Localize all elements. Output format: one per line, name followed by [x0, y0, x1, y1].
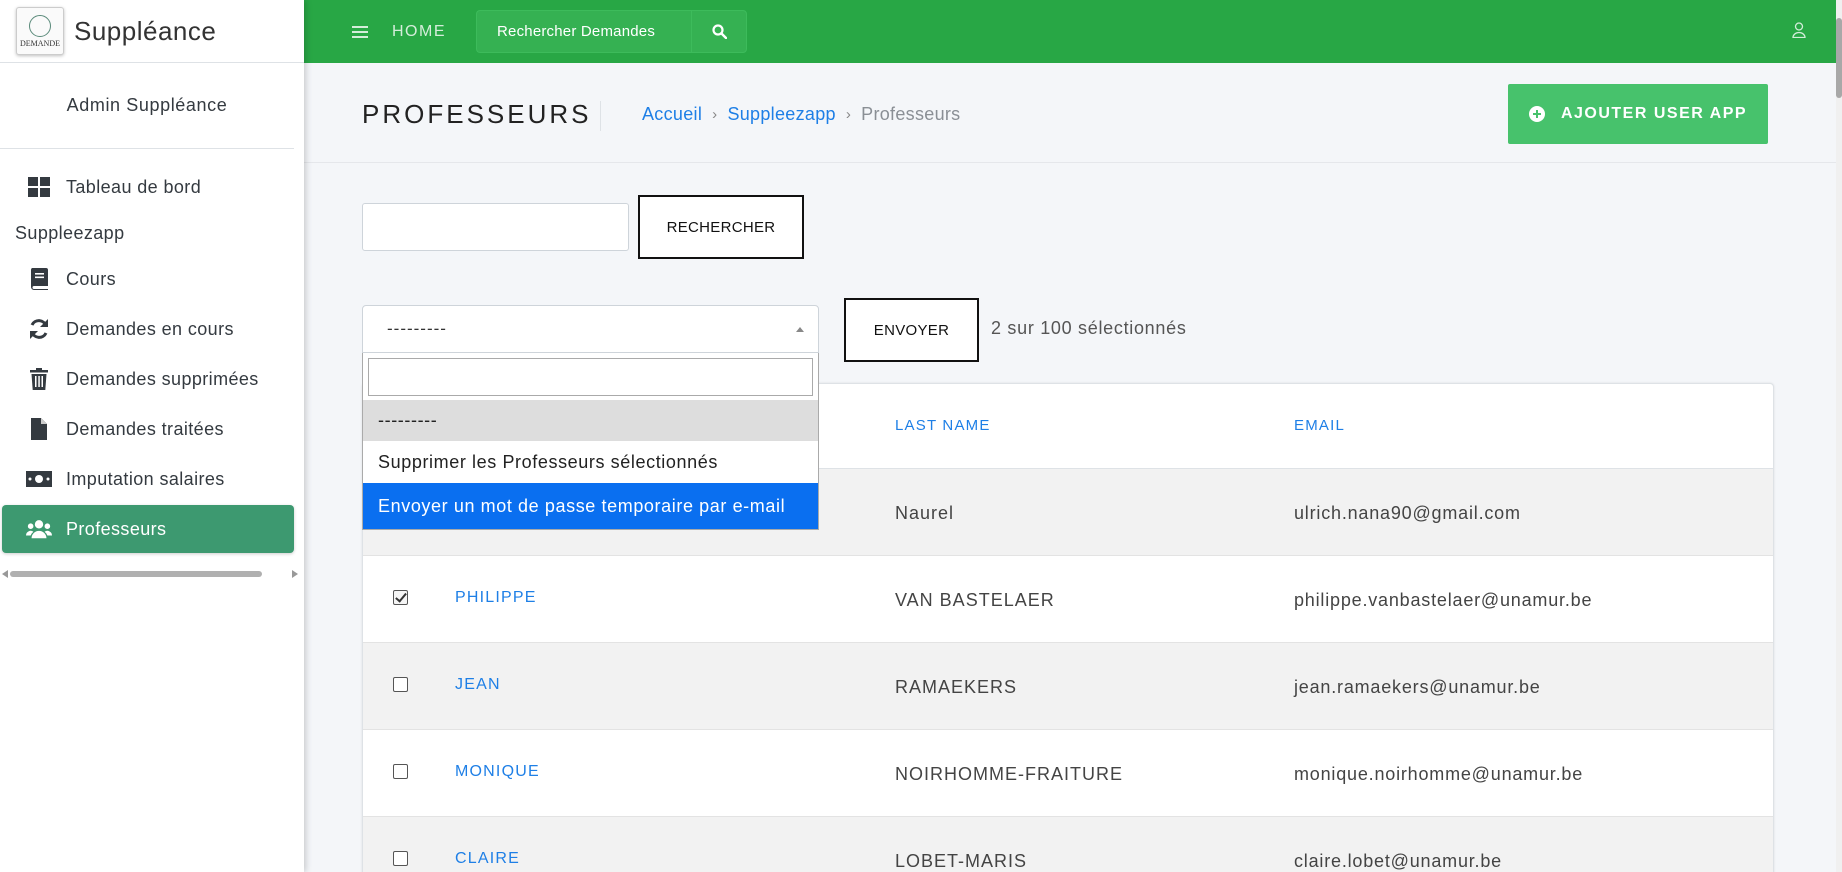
title-divider — [600, 101, 601, 131]
sidebar-item-label: Demandes supprimées — [66, 368, 259, 389]
sidebar-item-label: Demandes en cours — [66, 318, 234, 339]
last-name-cell: VAN BASTELAER — [895, 590, 1055, 610]
table-row[interactable]: PHILIPPE VAN BASTELAER philippe.vanbaste… — [363, 556, 1773, 643]
scroll-right-arrow-icon[interactable] — [292, 570, 298, 578]
breadcrumb-suppleezapp[interactable]: Suppleezapp — [727, 104, 835, 125]
content-header: PROFESSEURS Accueil › Suppleezapp › Prof… — [304, 63, 1836, 163]
table-row[interactable]: MONIQUE NOIRHOMME-FRAITURE monique.noirh… — [363, 730, 1773, 817]
plus-circle-icon — [1528, 106, 1545, 122]
sidebar: DEMANDE Suppléance Admin Suppléance Tabl… — [0, 0, 304, 872]
email-cell: philippe.vanbastelaer@unamur.be — [1294, 590, 1593, 610]
menu-toggle-icon[interactable] — [352, 23, 368, 41]
book-icon — [26, 268, 52, 290]
sidebar-item-professeurs[interactable]: Professeurs — [2, 505, 294, 553]
dropdown-search-wrap — [363, 353, 818, 400]
email-cell: monique.noirhomme@unamur.be — [1294, 764, 1584, 784]
scrollbar-thumb[interactable] — [10, 571, 262, 577]
sidebar-item-imputation-salaires[interactable]: Imputation salaires — [2, 455, 294, 503]
user-name[interactable]: Admin Suppléance — [67, 95, 228, 116]
email-cell: jean.ramaekers@unamur.be — [1294, 677, 1541, 697]
last-name-cell: Naurel — [895, 503, 955, 523]
search-icon — [711, 24, 727, 39]
dropdown-option[interactable]: --------- — [363, 400, 818, 441]
user-icon[interactable] — [1792, 22, 1806, 43]
breadcrumb: Accueil › Suppleezapp › Professeurs — [642, 104, 960, 125]
brand-title[interactable]: Suppléance — [74, 16, 216, 47]
sidebar-nav: Tableau de bord Suppleezapp Cours Demand… — [0, 149, 304, 553]
row-checkbox[interactable] — [393, 764, 408, 779]
table-row[interactable]: JEAN RAMAEKERS jean.ramaekers@unamur.be — [363, 643, 1773, 730]
first-name-link[interactable]: CLAIRE — [455, 850, 520, 868]
scroll-left-arrow-icon[interactable] — [2, 570, 8, 578]
sidebar-item-label: Demandes traitées — [66, 418, 224, 439]
row-checkbox[interactable] — [393, 590, 408, 605]
trash-icon — [26, 368, 52, 390]
add-user-app-button[interactable]: AJOUTER USER APP — [1508, 84, 1768, 144]
action-dropdown: --------- Supprimer les Professeurs séle… — [362, 353, 819, 530]
users-icon — [26, 518, 52, 540]
dropdown-option-highlighted[interactable]: Envoyer un mot de passe temporaire par e… — [363, 483, 818, 529]
sidebar-item-tableau-de-bord[interactable]: Tableau de bord — [2, 163, 294, 211]
email-cell: ulrich.nana90@gmail.com — [1294, 503, 1521, 523]
rechercher-button[interactable]: RECHERCHER — [638, 195, 804, 259]
selection-count: 2 sur 100 sélectionnés — [991, 318, 1187, 338]
sidebar-item-label: Tableau de bord — [66, 176, 202, 197]
last-name-cell: NOIRHOMME-FRAITURE — [895, 764, 1123, 784]
professeurs-search-input[interactable] — [362, 203, 629, 251]
column-header-last-name[interactable]: LAST NAME — [895, 417, 991, 434]
breadcrumb-separator-icon: › — [845, 106, 852, 123]
first-name-link[interactable]: MONIQUE — [455, 763, 540, 781]
page-title: PROFESSEURS — [362, 99, 592, 129]
topbar: HOME — [304, 0, 1836, 63]
dropdown-option[interactable]: Supprimer les Professeurs sélectionnés — [363, 441, 818, 483]
action-select[interactable]: --------- — [362, 305, 819, 353]
sidebar-horizontal-scrollbar[interactable] — [2, 569, 298, 579]
row-checkbox[interactable] — [393, 677, 408, 692]
logo-text: DEMANDE — [20, 38, 60, 48]
first-name-link[interactable]: PHILIPPE — [455, 589, 537, 607]
caret-up-icon — [796, 327, 804, 332]
logo-seal-icon — [29, 14, 51, 37]
email-cell: claire.lobet@unamur.be — [1294, 851, 1502, 871]
sidebar-item-demandes-traitees[interactable]: Demandes traitées — [2, 405, 294, 453]
page-vertical-scrollbar[interactable] — [1836, 0, 1842, 872]
brand[interactable]: DEMANDE Suppléance — [0, 0, 304, 63]
sidebar-item-demandes-supprimees[interactable]: Demandes supprimées — [2, 355, 294, 403]
row-checkbox[interactable] — [393, 851, 408, 866]
money-bill-icon — [26, 468, 52, 490]
search-demandes-input[interactable] — [476, 10, 691, 53]
sidebar-item-label: Imputation salaires — [66, 468, 225, 489]
sidebar-item-label: Cours — [66, 268, 117, 289]
sidebar-item-demandes-en-cours[interactable]: Demandes en cours — [2, 305, 294, 353]
last-name-cell: LOBET-MARIS — [895, 851, 1028, 871]
search-button[interactable] — [691, 10, 747, 53]
dashboard-icon — [26, 176, 52, 198]
breadcrumb-accueil[interactable]: Accueil — [642, 104, 702, 125]
last-name-cell: RAMAEKERS — [895, 677, 1018, 697]
brand-logo: DEMANDE — [16, 7, 64, 55]
add-user-app-label: AJOUTER USER APP — [1560, 105, 1748, 122]
file-icon — [26, 418, 52, 440]
first-name-link[interactable]: JEAN — [455, 676, 501, 694]
sidebar-item-label: Professeurs — [66, 518, 167, 539]
sidebar-item-cours[interactable]: Cours — [2, 255, 294, 303]
sidebar-section-header: Suppleezapp — [15, 222, 125, 243]
dropdown-search-input[interactable] — [368, 358, 813, 396]
sync-icon — [26, 318, 52, 340]
topbar-search — [476, 10, 747, 53]
breadcrumb-current: Professeurs — [861, 104, 961, 124]
action-select-value: --------- — [387, 319, 447, 338]
user-panel: Admin Suppléance — [0, 63, 294, 149]
scrollbar-thumb[interactable] — [1836, 18, 1842, 98]
breadcrumb-separator-icon: › — [712, 106, 718, 123]
column-header-email[interactable]: EMAIL — [1294, 417, 1345, 434]
table-row[interactable]: CLAIRE LOBET-MARIS claire.lobet@unamur.b… — [363, 817, 1773, 872]
home-link[interactable]: HOME — [392, 23, 446, 41]
envoyer-button[interactable]: ENVOYER — [844, 298, 979, 362]
